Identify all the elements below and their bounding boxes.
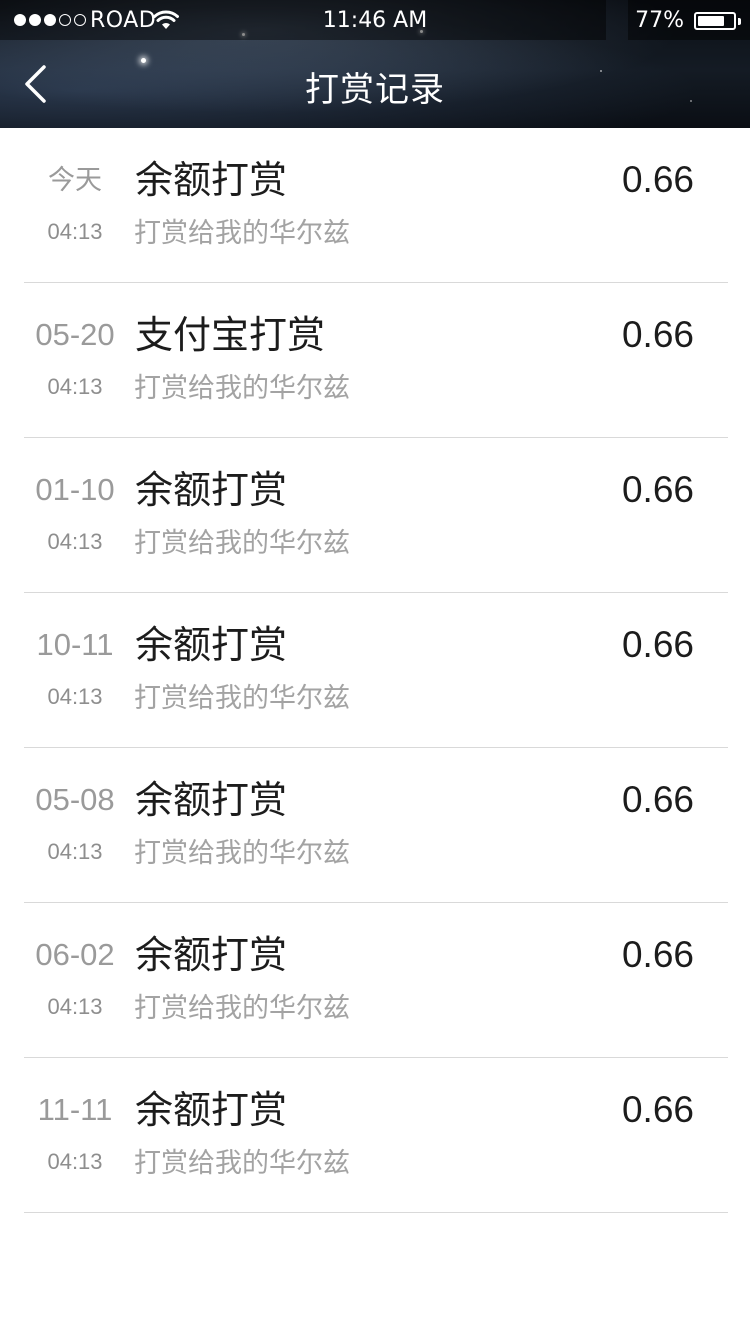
record-date: 今天 xyxy=(48,165,102,195)
battery-icon xyxy=(694,12,736,30)
record-row[interactable]: 05-08 04:13 余额打赏打赏给我的华尔兹 0.66 xyxy=(0,748,750,903)
record-time: 04:13 xyxy=(47,219,103,244)
record-row[interactable]: 10-11 04:13 余额打赏打赏给我的华尔兹 0.66 xyxy=(0,593,750,748)
record-title: 余额打赏 xyxy=(135,158,288,202)
record-amount: 0.66 xyxy=(621,1089,694,1130)
record-title: 余额打赏 xyxy=(135,933,288,977)
record-description: 打赏给我的华尔兹 xyxy=(134,838,350,869)
record-title: 余额打赏 xyxy=(135,468,288,512)
battery-percent: 77% xyxy=(635,8,684,33)
record-row[interactable]: 11-11 04:13 余额打赏打赏给我的华尔兹 0.66 xyxy=(0,1058,750,1213)
record-time: 04:13 xyxy=(47,374,103,399)
header: ROAD 11:46 AM 77% 打赏记录 xyxy=(0,0,750,128)
reward-record-list: 今天 04:13 余额打赏 打赏给我的华尔兹 0.66 05-20 04:13 支付宝打赏 打赏… xyxy=(0,128,750,1213)
record-row[interactable]: 今天 04:13 余额打赏打赏给我的华尔兹 0.66 xyxy=(0,128,750,283)
record-title: 支付宝打赏 xyxy=(135,313,326,357)
record-date: 10-11 xyxy=(36,627,114,662)
record-date: 06-02 xyxy=(35,937,115,972)
battery-cap xyxy=(738,18,741,25)
record-title: 余额打赏 xyxy=(135,623,288,667)
record-row[interactable]: 05-20 04:13 支付宝打赏打赏给我的华尔兹 0.66 xyxy=(0,283,750,438)
record-title: 余额打赏 xyxy=(135,778,288,822)
status-bar: ROAD 11:46 AM 77% xyxy=(0,0,750,40)
record-date: 01-10 xyxy=(35,472,115,507)
record-time: 04:13 xyxy=(47,994,103,1019)
record-description: 打赏给我的华尔兹 xyxy=(134,993,350,1024)
record-time: 04:13 xyxy=(47,1149,103,1174)
record-title: 余额打赏 xyxy=(135,1088,288,1132)
record-time: 04:13 xyxy=(47,684,103,709)
record-description: 打赏给我的华尔兹 xyxy=(134,683,350,714)
record-time: 04:13 xyxy=(47,839,103,864)
record-time: 04:13 xyxy=(47,529,103,554)
record-description: 打赏给我的华尔兹 xyxy=(134,373,350,404)
record-date: 05-20 xyxy=(35,317,115,352)
record-amount: 0.66 xyxy=(621,314,694,355)
record-amount: 0.66 xyxy=(621,934,694,975)
record-description: 打赏给我的华尔兹 xyxy=(134,218,350,249)
record-row[interactable]: 01-10 04:13 余额打赏打赏给我的华尔兹 0.66 xyxy=(0,438,750,593)
nav-bar: 打赏记录 xyxy=(0,40,750,128)
record-date: 11-11 xyxy=(37,1092,113,1127)
record-row[interactable]: 06-02 04:13 余额打赏打赏给我的华尔兹 0.66 xyxy=(0,903,750,1058)
record-amount: 0.66 xyxy=(621,624,694,665)
page-title: 打赏记录 xyxy=(305,70,445,110)
battery-level xyxy=(698,16,724,26)
record-date: 05-08 xyxy=(35,782,115,817)
record-description: 打赏给我的华尔兹 xyxy=(134,1148,350,1179)
record-amount: 0.66 xyxy=(621,779,694,820)
record-amount: 0.66 xyxy=(621,159,694,200)
record-description: 打赏给我的华尔兹 xyxy=(134,528,350,559)
record-amount: 0.66 xyxy=(621,469,694,510)
